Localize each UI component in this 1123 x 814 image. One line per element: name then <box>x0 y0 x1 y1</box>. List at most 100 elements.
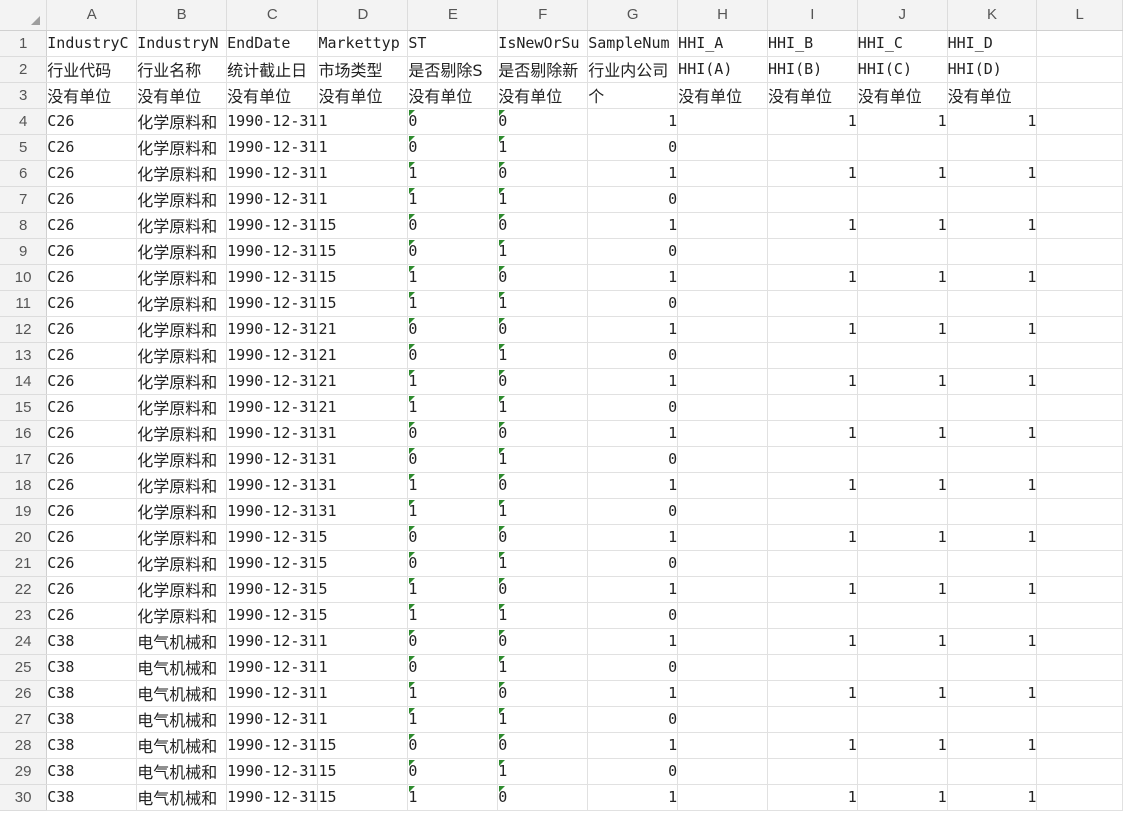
cell-hhi_c[interactable]: 1 <box>857 784 948 811</box>
cell-samplenum[interactable]: 1 <box>587 472 679 499</box>
cell-market[interactable]: 15 <box>317 238 409 265</box>
cell-st[interactable]: 0 <box>407 654 499 681</box>
cell-isnew[interactable]: 0 <box>497 368 589 395</box>
cell-market[interactable]: 1 <box>317 134 409 161</box>
cell-empty[interactable] <box>1036 212 1123 239</box>
cell-samplenum[interactable]: 0 <box>587 602 679 629</box>
cell-market[interactable]: 15 <box>317 758 409 785</box>
cell-isnew[interactable]: 1 <box>497 498 589 525</box>
cell-isnew[interactable]: 0 <box>497 420 589 447</box>
cell-isnew[interactable]: 1 <box>497 654 589 681</box>
cell-hhi_c[interactable] <box>857 238 948 265</box>
cell-date[interactable]: 1990-12-31 <box>226 472 319 499</box>
cell-market[interactable]: 5 <box>317 524 409 551</box>
cell-samplenum[interactable]: 0 <box>587 134 679 161</box>
row-header[interactable]: 10 <box>0 264 48 291</box>
cell[interactable]: 统计截止日 <box>226 56 319 83</box>
cell-empty[interactable] <box>1036 550 1123 577</box>
cell-empty[interactable] <box>1036 472 1123 499</box>
row-header[interactable]: 19 <box>0 498 48 525</box>
row-header[interactable]: 17 <box>0 446 48 473</box>
cell-st[interactable]: 0 <box>407 446 499 473</box>
row-header[interactable]: 29 <box>0 758 48 785</box>
cell-st[interactable]: 0 <box>407 420 499 447</box>
cell[interactable]: HHI(A) <box>677 56 768 83</box>
cell-date[interactable]: 1990-12-31 <box>226 576 319 603</box>
cell-market[interactable]: 15 <box>317 264 409 291</box>
row-header[interactable]: 7 <box>0 186 48 213</box>
cell-st[interactable]: 1 <box>407 394 499 421</box>
cell-hhi_a[interactable] <box>677 524 768 551</box>
cell-name[interactable]: 化学原料和 <box>136 446 228 473</box>
cell[interactable]: HHI(B) <box>767 56 858 83</box>
cell[interactable]: 是否剔除新 <box>497 56 589 83</box>
cell-market[interactable]: 1 <box>317 160 409 187</box>
cell-isnew[interactable]: 1 <box>497 134 589 161</box>
cell-code[interactable]: C26 <box>46 368 138 395</box>
cell-empty[interactable] <box>1036 758 1123 785</box>
cell-date[interactable]: 1990-12-31 <box>226 394 319 421</box>
cell-hhi_c[interactable] <box>857 602 948 629</box>
row-header[interactable]: 4 <box>0 108 48 135</box>
cell-isnew[interactable]: 1 <box>497 290 589 317</box>
cell-market[interactable]: 5 <box>317 550 409 577</box>
cell-hhi_d[interactable]: 1 <box>947 212 1038 239</box>
cell-isnew[interactable]: 0 <box>497 576 589 603</box>
cell-hhi_b[interactable] <box>767 654 858 681</box>
cell-st[interactable]: 1 <box>407 706 499 733</box>
column-header-l[interactable]: L <box>1036 0 1123 31</box>
row-header[interactable]: 12 <box>0 316 48 343</box>
cell-hhi_b[interactable]: 1 <box>767 368 858 395</box>
cell-code[interactable]: C38 <box>46 732 138 759</box>
select-all-corner[interactable] <box>0 0 48 31</box>
cell-empty[interactable] <box>1036 316 1123 343</box>
cell-st[interactable]: 1 <box>407 498 499 525</box>
cell-empty[interactable] <box>1036 368 1123 395</box>
column-header-j[interactable]: J <box>857 0 948 31</box>
cell-samplenum[interactable]: 1 <box>587 628 679 655</box>
cell-hhi_c[interactable]: 1 <box>857 680 948 707</box>
cell[interactable]: IndustryN <box>136 30 228 57</box>
cell-hhi_d[interactable]: 1 <box>947 628 1038 655</box>
cell-st[interactable]: 0 <box>407 238 499 265</box>
cell-samplenum[interactable]: 0 <box>587 394 679 421</box>
cell-code[interactable]: C38 <box>46 654 138 681</box>
cell-code[interactable]: C26 <box>46 446 138 473</box>
cell-hhi_d[interactable] <box>947 394 1038 421</box>
cell-isnew[interactable]: 0 <box>497 316 589 343</box>
cell-isnew[interactable]: 0 <box>497 108 589 135</box>
cell-hhi_d[interactable] <box>947 238 1038 265</box>
cell-st[interactable]: 1 <box>407 680 499 707</box>
cell-samplenum[interactable]: 0 <box>587 654 679 681</box>
cell-date[interactable]: 1990-12-31 <box>226 134 319 161</box>
cell-hhi_a[interactable] <box>677 602 768 629</box>
cell-date[interactable]: 1990-12-31 <box>226 446 319 473</box>
column-header-a[interactable]: A <box>46 0 138 31</box>
cell-code[interactable]: C26 <box>46 134 138 161</box>
cell-hhi_c[interactable]: 1 <box>857 108 948 135</box>
cell-st[interactable]: 0 <box>407 758 499 785</box>
cell-hhi_c[interactable]: 1 <box>857 472 948 499</box>
cell-market[interactable]: 1 <box>317 706 409 733</box>
cell-name[interactable]: 电气机械和 <box>136 784 228 811</box>
cell-samplenum[interactable]: 1 <box>587 264 679 291</box>
cell-hhi_c[interactable]: 1 <box>857 576 948 603</box>
cell-hhi_a[interactable] <box>677 706 768 733</box>
cell-hhi_c[interactable] <box>857 550 948 577</box>
cell-empty[interactable] <box>1036 446 1123 473</box>
cell-hhi_d[interactable]: 1 <box>947 784 1038 811</box>
cell-code[interactable]: C38 <box>46 784 138 811</box>
cell-hhi_b[interactable] <box>767 238 858 265</box>
cell-hhi_d[interactable] <box>947 706 1038 733</box>
cell-isnew[interactable]: 0 <box>497 628 589 655</box>
cell-samplenum[interactable]: 0 <box>587 758 679 785</box>
cell[interactable]: 行业名称 <box>136 56 228 83</box>
cell-empty[interactable] <box>1036 732 1123 759</box>
cell-hhi_d[interactable]: 1 <box>947 472 1038 499</box>
cell-date[interactable]: 1990-12-31 <box>226 784 319 811</box>
cell-date[interactable]: 1990-12-31 <box>226 342 319 369</box>
cell-date[interactable]: 1990-12-31 <box>226 212 319 239</box>
cell-date[interactable]: 1990-12-31 <box>226 628 319 655</box>
cell-hhi_d[interactable]: 1 <box>947 264 1038 291</box>
row-header[interactable]: 13 <box>0 342 48 369</box>
